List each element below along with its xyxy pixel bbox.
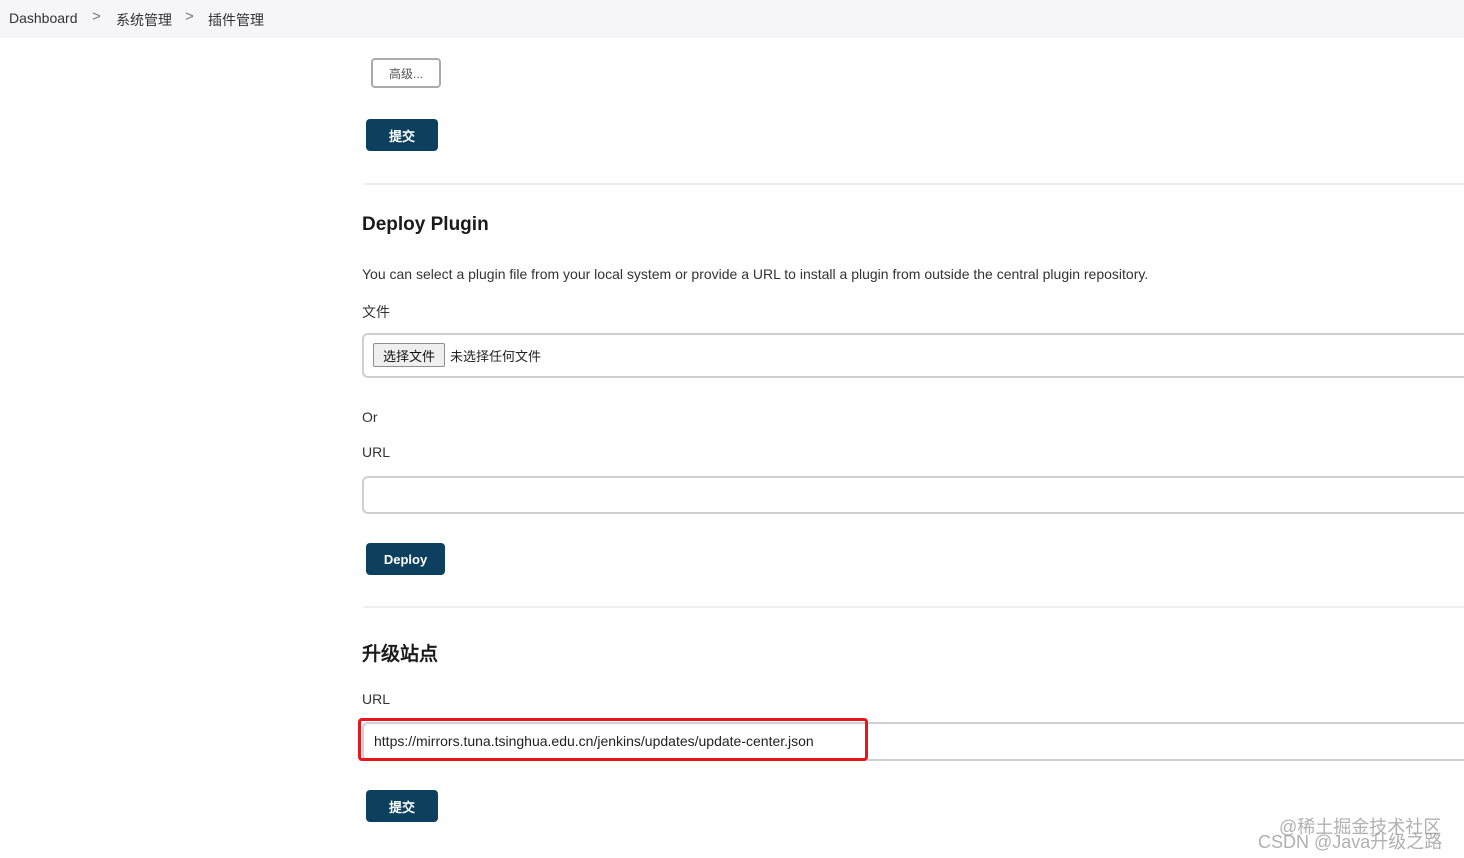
submit-button[interactable]: 提交 [366, 119, 438, 151]
file-label: 文件 [362, 304, 390, 320]
section-divider [364, 183, 1464, 185]
update-site-url-label: URL [362, 691, 391, 707]
url-label: URL [362, 444, 391, 460]
deploy-plugin-description: You can select a plugin file from your l… [362, 266, 1149, 282]
watermark-line-2: CSDN @Java升级之路 [1258, 832, 1443, 852]
section-divider [364, 606, 1464, 608]
update-site-submit-button[interactable]: 提交 [366, 790, 438, 822]
or-text: Or [362, 409, 378, 425]
file-input-field: 选择文件 未选择任何文件 [362, 333, 1464, 378]
advanced-button[interactable]: 高级... [371, 58, 441, 88]
file-status-text: 未选择任何文件 [450, 349, 542, 364]
breadcrumb-plugin-management[interactable]: 插件管理 [208, 10, 264, 30]
breadcrumb: Dashboard > 系统管理 > 插件管理 [0, 0, 1464, 38]
breadcrumb-dashboard[interactable]: Dashboard [9, 10, 78, 26]
breadcrumb-system-management[interactable]: 系统管理 [116, 10, 172, 30]
plugin-url-input[interactable] [362, 476, 1464, 514]
deploy-plugin-title: Deploy Plugin [362, 214, 489, 235]
choose-file-button[interactable]: 选择文件 [373, 343, 445, 367]
deploy-button[interactable]: Deploy [366, 543, 445, 575]
update-site-title: 升级站点 [362, 644, 439, 665]
chevron-right-icon: > [92, 8, 101, 25]
chevron-right-icon: > [185, 8, 194, 25]
highlight-annotation [358, 718, 868, 761]
